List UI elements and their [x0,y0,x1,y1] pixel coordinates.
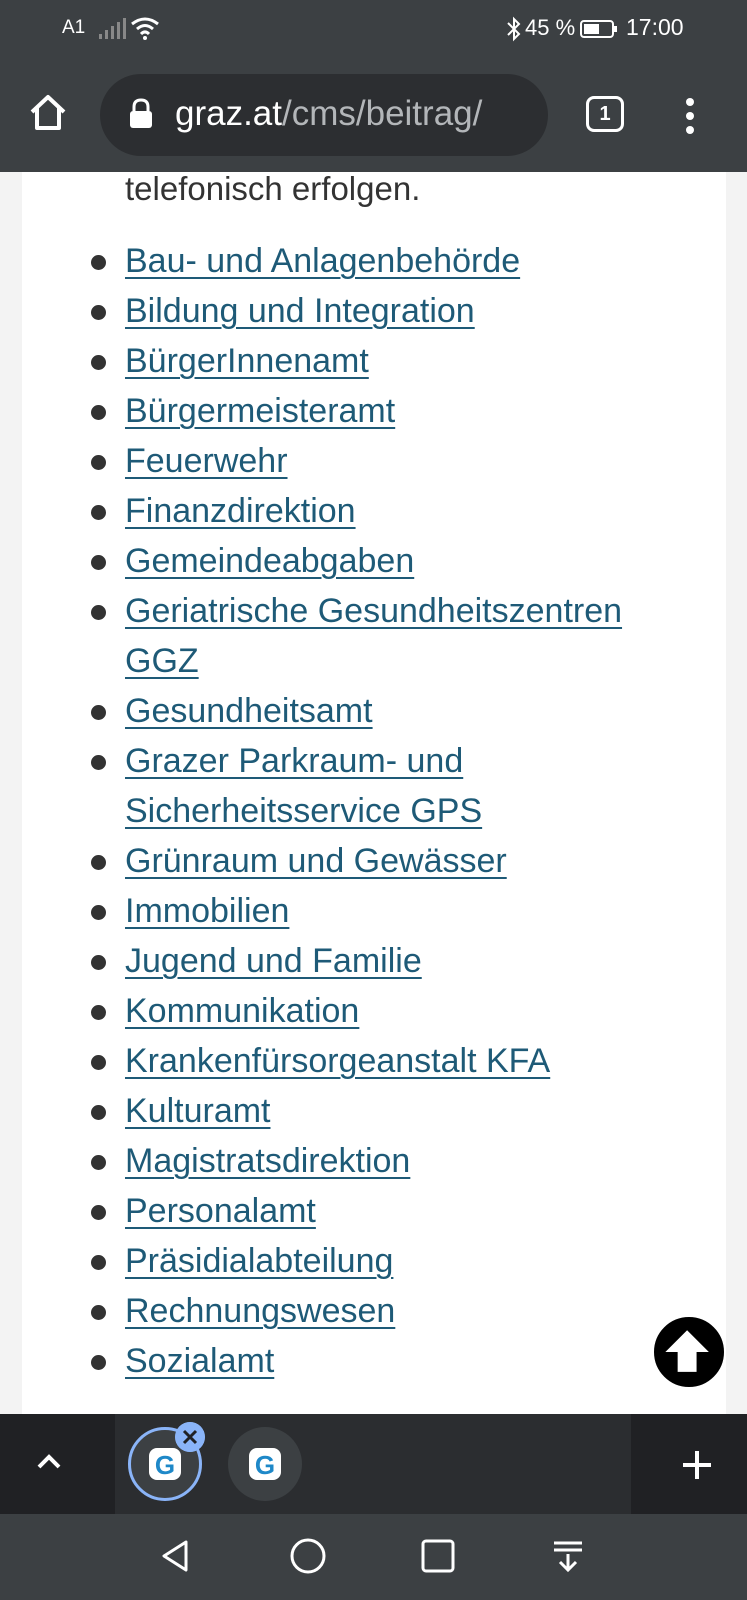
system-navigation-bar [0,1514,747,1600]
close-tab-icon[interactable] [175,1422,205,1452]
favicon-letter: G [155,1450,175,1480]
recent-apps-icon[interactable] [418,1536,458,1576]
department-link[interactable]: Bürgermeisteramt [125,386,395,436]
bullet [91,1005,106,1020]
tab-thumbnail[interactable]: G [228,1427,302,1501]
bullet [91,1105,106,1120]
url-path: /cms/beitrag/ [282,94,483,133]
notification-pull-down-icon[interactable] [548,1536,588,1576]
bullet [91,905,106,920]
intro-text: telefonisch erfolgen. [125,172,421,207]
bullet [91,305,106,320]
department-link[interactable]: Krankenfürsorgeanstalt KFA [125,1036,550,1086]
bullet [91,405,106,420]
department-link-continued[interactable]: GGZ [125,636,199,686]
scroll-to-top-button[interactable] [652,1315,726,1389]
chevron-up-icon[interactable] [34,1447,64,1477]
department-link[interactable]: Bildung und Integration [125,286,475,336]
home-circle-icon[interactable] [288,1536,328,1576]
bullet [91,1355,106,1370]
browser-toolbar: graz.at/cms/beitrag/ 1 [0,60,747,172]
site-favicon-icon: G [249,1448,281,1480]
department-link[interactable]: Jugend und Familie [125,936,422,986]
overflow-menu-icon[interactable] [676,96,704,136]
department-link[interactable]: Bau- und Anlagenbehörde [125,236,520,286]
department-link[interactable]: Feuerwehr [125,436,288,486]
department-link[interactable]: Grünraum und Gewässer [125,836,507,886]
department-link[interactable]: Immobilien [125,886,289,936]
bullet [91,855,106,870]
bullet [91,1205,106,1220]
bullet [91,1155,106,1170]
department-link[interactable]: Finanzdirektion [125,486,356,536]
back-icon[interactable] [156,1536,196,1576]
bullet [91,605,106,620]
bullet [91,955,106,970]
signal-icon [99,18,126,39]
bullet [91,555,106,570]
wifi-icon [131,17,159,40]
add-tab-icon[interactable] [680,1448,714,1482]
bullet [91,255,106,270]
battery-icon [580,20,617,38]
bullet [91,1255,106,1270]
lock-icon[interactable] [128,98,154,130]
department-link[interactable]: Gemeindeabgaben [125,536,414,586]
bullet [91,355,106,370]
department-link[interactable]: Grazer Parkraum- und [125,736,463,786]
department-link[interactable]: Präsidialabteilung [125,1236,393,1286]
department-link[interactable]: BürgerInnenamt [125,336,369,386]
department-link[interactable]: Kulturamt [125,1086,271,1136]
bluetooth-icon [507,16,521,42]
department-link-continued[interactable]: Sicherheitsservice GPS [125,786,482,836]
bullet [91,505,106,520]
department-link[interactable]: Kommunikation [125,986,359,1036]
department-link[interactable]: Geriatrische Gesundheitszentren [125,586,622,636]
page-viewport: telefonisch erfolgen. Bau- und Anlagenbe… [0,172,747,1414]
status-bar: A1 45 % 17:00 [0,0,747,60]
bullet [91,1055,106,1070]
url-host: graz.at [175,94,282,133]
department-link[interactable]: Gesundheitsamt [125,686,373,736]
tab-switcher-button[interactable]: 1 [586,96,624,132]
bullet [91,705,106,720]
clock: 17:00 [626,14,684,40]
battery-percent: 45 % [525,15,576,40]
bullet [91,1305,106,1320]
favicon-letter: G [255,1450,275,1480]
tab-strip: G G [0,1414,747,1514]
department-link[interactable]: Rechnungswesen [125,1286,395,1336]
department-link[interactable]: Sozialamt [125,1336,274,1386]
bullet [91,455,106,470]
department-link[interactable]: Magistratsdirektion [125,1136,410,1186]
home-icon[interactable] [26,90,70,134]
bullet [91,755,106,770]
arrow-up-icon [665,1330,709,1372]
carrier-label: A1 [62,17,86,38]
department-link[interactable]: Personalamt [125,1186,316,1236]
url-text[interactable]: graz.at/cms/beitrag/ [175,94,482,134]
